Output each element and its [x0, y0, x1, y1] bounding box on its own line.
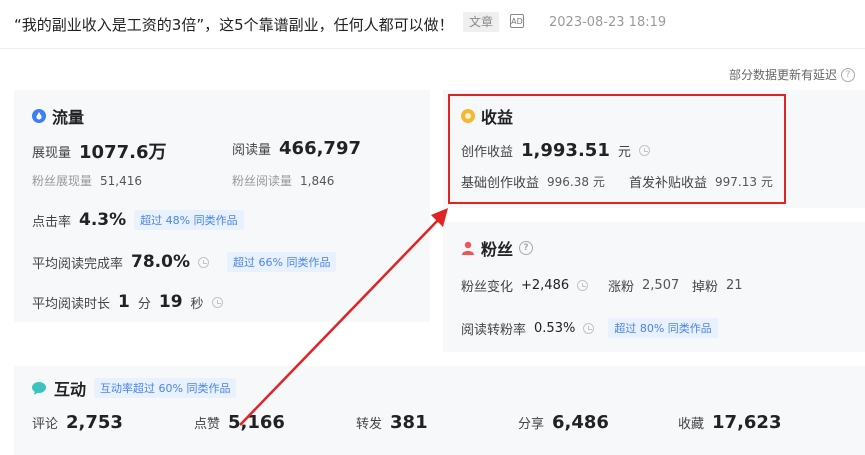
annotation-arrow [239, 208, 448, 426]
annotation-arrow-line [239, 217, 441, 426]
